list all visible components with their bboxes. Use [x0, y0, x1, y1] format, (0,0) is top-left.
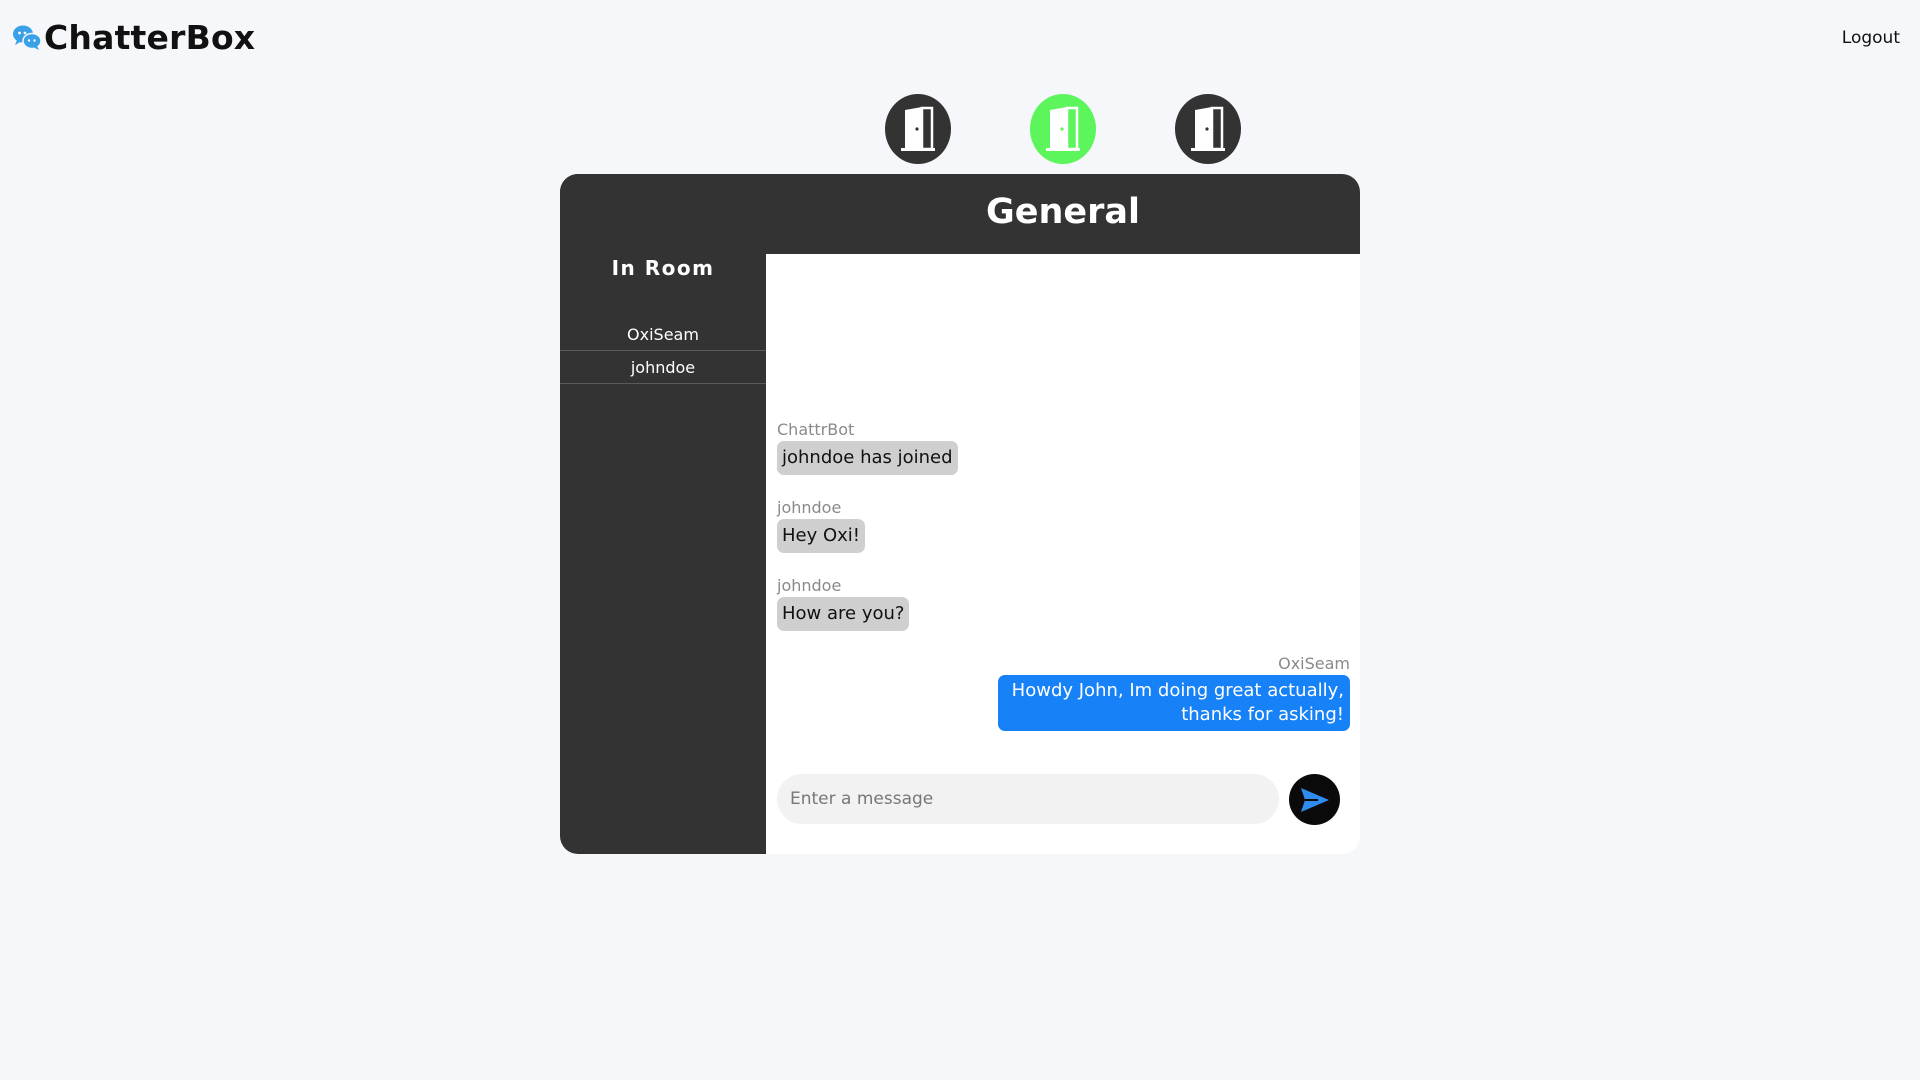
message-input[interactable] — [777, 774, 1279, 824]
message-list: ChattrBot johndoe has joined johndoe Hey… — [766, 254, 1360, 774]
door-icon — [1191, 106, 1225, 151]
door-icon — [901, 106, 935, 151]
message-bubble: johndoe has joined — [777, 441, 958, 475]
user-item[interactable]: johndoe — [560, 351, 766, 384]
room-selector — [885, 94, 1241, 164]
room-sidebar: In Room OxiSeam johndoe — [560, 174, 766, 854]
chat-window: In Room OxiSeam johndoe General ChattrBo… — [560, 174, 1360, 854]
user-list: OxiSeam johndoe — [560, 318, 766, 384]
message-own: OxiSeam Howdy John, Im doing great actua… — [997, 654, 1350, 731]
message-bubble: Hey Oxi! — [777, 519, 866, 553]
message-sender: OxiSeam — [1278, 654, 1350, 673]
message-line: thanks for asking! — [1181, 704, 1344, 725]
room-title: General — [986, 192, 1140, 232]
user-item[interactable]: OxiSeam — [560, 318, 766, 351]
room-button-3[interactable] — [1175, 94, 1241, 164]
send-icon — [1300, 787, 1329, 812]
message-bubble-own: Howdy John, Im doing great actually, tha… — [997, 675, 1350, 731]
room-button-1[interactable] — [885, 94, 951, 164]
chat-bubbles-icon — [13, 25, 42, 50]
sidebar-title: In Room — [611, 256, 715, 280]
message: johndoe How are you? — [777, 576, 910, 631]
message-sender: johndoe — [777, 498, 842, 517]
message: johndoe Hey Oxi! — [777, 498, 866, 553]
message-sender: johndoe — [777, 576, 842, 595]
logout-link[interactable]: Logout — [1842, 28, 1900, 48]
brand[interactable]: ChatterBox — [12, 18, 255, 57]
door-icon — [1046, 106, 1080, 151]
message-bubble: How are you? — [777, 597, 910, 631]
message-line: Howdy John, Im doing great actually, — [1011, 680, 1344, 701]
send-button[interactable] — [1289, 774, 1340, 825]
app-name: ChatterBox — [44, 18, 256, 57]
room-button-2[interactable] — [1030, 94, 1096, 164]
message: ChattrBot johndoe has joined — [777, 420, 958, 475]
message-sender: ChattrBot — [777, 420, 855, 439]
